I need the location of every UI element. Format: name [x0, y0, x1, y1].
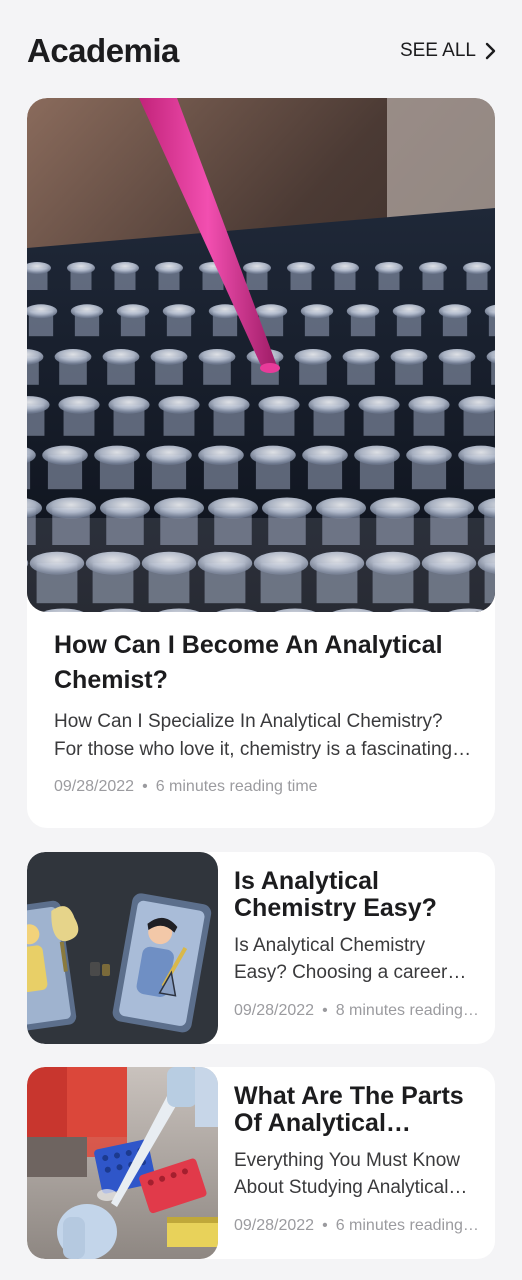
article-date: 09/28/2022: [54, 778, 135, 795]
meta-separator: •: [322, 1002, 328, 1019]
illustration-people-on-phones: [27, 852, 218, 1044]
article-read-time: 6 minutes reading time: [335, 1217, 479, 1234]
article-meta: 09/28/2022 • 6 minutes reading time: [234, 1217, 479, 1235]
article-title: What Are The Parts Of Analytical Chemist…: [234, 1083, 464, 1137]
article-excerpt: Is Analytical Chemistry Easy? Choosing a…: [234, 935, 448, 983]
see-all-button[interactable]: SEE ALL: [400, 40, 496, 62]
article-excerpt: Everything You Must Know About Studying …: [234, 1150, 461, 1198]
article-meta: 09/28/2022 • 8 minutes reading time: [234, 1002, 479, 1020]
featured-article-title: How Can I Become An Analytical Chemist?: [54, 631, 443, 694]
article-read-time: 6 minutes reading time: [155, 778, 318, 795]
featured-article-meta: 09/28/2022 • 6 minutes reading time: [54, 778, 318, 796]
meta-separator: •: [322, 1217, 328, 1234]
pipette-test-tubes-image: [27, 98, 495, 612]
chevron-right-icon: [484, 42, 496, 60]
article-title: Is Analytical Chemistry Easy?: [234, 868, 437, 922]
featured-article-excerpt: How Can I Specialize In Analytical Chemi…: [54, 711, 453, 760]
see-all-label: SEE ALL: [399, 40, 476, 61]
article-read-time: 8 minutes reading time: [335, 1002, 479, 1019]
meta-separator: •: [142, 778, 148, 795]
article-date: 09/28/2022: [234, 1002, 315, 1019]
article-card[interactable]: What Are The Parts Of Analytical Chemist…: [27, 1067, 495, 1259]
section-title: Academia: [27, 32, 179, 69]
section-header: Academia SEE ALL: [0, 0, 522, 98]
article-date: 09/28/2022: [234, 1217, 315, 1234]
lab-pipette-racks-image: [27, 1067, 218, 1259]
featured-article-card[interactable]: How Can I Become An Analytical Chemist? …: [27, 98, 495, 828]
article-card[interactable]: Is Analytical Chemistry Easy? Is Analyti…: [27, 852, 495, 1044]
